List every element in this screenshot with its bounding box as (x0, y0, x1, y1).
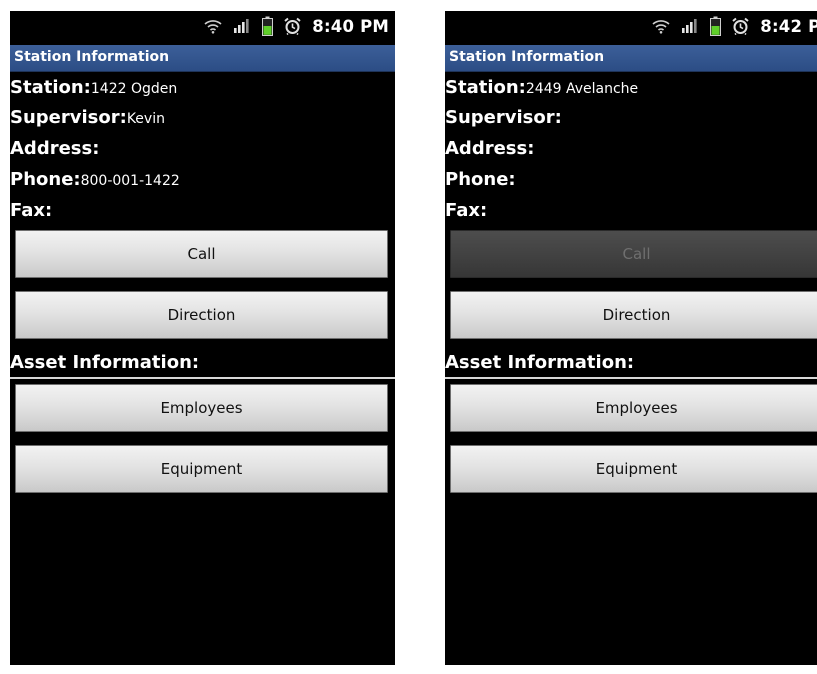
employees-button[interactable]: Employees (15, 384, 388, 432)
asset-information-heading: Asset Information: (10, 352, 200, 373)
direction-button[interactable]: Direction (15, 291, 388, 339)
wifi-icon (204, 18, 222, 34)
fax-row: Fax: (10, 200, 52, 228)
phone-screen-right: 8:42 PM Station Information Station:2449… (445, 11, 817, 665)
signal-icon (681, 18, 699, 34)
title-bar: Station Information (10, 45, 395, 72)
equipment-button[interactable]: Equipment (450, 445, 817, 493)
phone-label: Phone: (445, 169, 516, 190)
status-bar: 8:42 PM (445, 11, 817, 39)
alarm-icon (284, 17, 301, 35)
employees-button[interactable]: Employees (450, 384, 817, 432)
station-value: 2449 Avelanche (525, 81, 639, 97)
direction-button[interactable]: Direction (450, 291, 817, 339)
fax-row: Fax: (445, 200, 487, 228)
address-row: Address: (445, 138, 534, 166)
section-divider (445, 377, 817, 379)
phone-row: Phone:800-001-1422 (10, 169, 180, 197)
phone-screen-left: 8:40 PM Station Information Station:1422… (10, 11, 395, 665)
phone-label: Phone: (10, 169, 81, 190)
address-row: Address: (10, 138, 99, 166)
status-time: 8:40 PM (312, 16, 389, 36)
address-label: Address: (445, 138, 535, 159)
page-title: Station Information (449, 49, 605, 65)
screenshot-stage: 8:40 PM Station Information Station:1422… (0, 0, 817, 674)
address-label: Address: (10, 138, 100, 159)
call-button[interactable]: Call (15, 230, 388, 278)
station-label: Station: (10, 77, 91, 98)
supervisor-value: Kevin (126, 111, 165, 127)
station-label: Station: (445, 77, 526, 98)
fax-label: Fax: (445, 200, 488, 221)
section-divider (10, 377, 395, 379)
station-row: Station:2449 Avelanche (445, 77, 638, 105)
supervisor-label: Supervisor: (445, 107, 562, 128)
phone-row: Phone: (445, 169, 516, 197)
station-value: 1422 Ogden (90, 81, 178, 97)
phone-value: 800-001-1422 (80, 173, 180, 189)
status-bar: 8:40 PM (10, 11, 395, 39)
status-time: 8:42 PM (760, 16, 817, 36)
wifi-icon (652, 18, 670, 34)
signal-icon (233, 18, 251, 34)
equipment-button[interactable]: Equipment (15, 445, 388, 493)
station-row: Station:1422 Ogden (10, 77, 177, 105)
asset-information-heading: Asset Information: (445, 352, 635, 373)
fax-label: Fax: (10, 200, 53, 221)
page-title: Station Information (14, 49, 170, 65)
title-bar: Station Information (445, 45, 817, 72)
battery-icon (262, 16, 274, 36)
supervisor-row: Supervisor: (445, 107, 562, 135)
supervisor-label: Supervisor: (10, 107, 127, 128)
call-button: Call (450, 230, 817, 278)
alarm-icon (732, 17, 749, 35)
battery-icon (710, 16, 722, 36)
supervisor-row: Supervisor:Kevin (10, 107, 165, 135)
